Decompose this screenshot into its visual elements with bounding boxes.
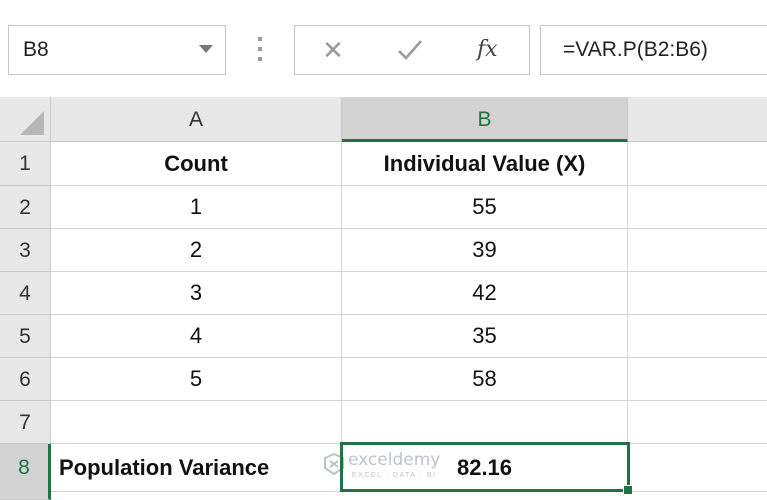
- checkmark-icon[interactable]: [395, 35, 425, 65]
- table-row-count[interactable]: 3: [51, 272, 342, 315]
- cell-b7[interactable]: [342, 401, 628, 444]
- row-header-4[interactable]: 4: [0, 272, 51, 315]
- table-row-count[interactable]: 1: [51, 186, 342, 229]
- name-box-value: B8: [23, 38, 49, 61]
- row-header-8[interactable]: 8: [0, 444, 51, 500]
- formula-text: =VAR.P(B2:B6): [563, 38, 708, 61]
- insert-function-icon[interactable]: fx: [477, 34, 513, 66]
- name-box[interactable]: B8: [8, 25, 226, 75]
- drag-handle-icon[interactable]: [257, 37, 263, 65]
- cell-a7[interactable]: [51, 401, 342, 444]
- spreadsheet-grid: A B 1 2 3 4 5 6 7 8 Count Individual Val…: [0, 97, 767, 500]
- table-row-value[interactable]: 35: [342, 315, 628, 358]
- formula-input[interactable]: =VAR.P(B2:B6): [540, 25, 767, 75]
- select-all-button[interactable]: [0, 97, 51, 142]
- cell-c4[interactable]: [628, 272, 767, 315]
- result-value-cell[interactable]: 82.16: [342, 444, 628, 492]
- cell-c2[interactable]: [628, 186, 767, 229]
- result-label-cell[interactable]: Population Variance: [51, 444, 342, 492]
- row-header-6[interactable]: 6: [0, 358, 51, 401]
- table-row-count[interactable]: 4: [51, 315, 342, 358]
- formula-bar: B8 ✕ fx =VAR.P(B2:B6): [0, 0, 767, 97]
- formula-buttons: ✕ fx: [294, 25, 530, 75]
- header-cell-value[interactable]: Individual Value (X): [342, 142, 628, 186]
- table-row-value[interactable]: 42: [342, 272, 628, 315]
- cell-c1[interactable]: [628, 142, 767, 186]
- column-header-c[interactable]: [628, 97, 767, 142]
- column-header-b[interactable]: B: [342, 97, 628, 142]
- table-row-count[interactable]: 5: [51, 358, 342, 401]
- row-header-5[interactable]: 5: [0, 315, 51, 358]
- table-row-value[interactable]: 39: [342, 229, 628, 272]
- table-row-value[interactable]: 55: [342, 186, 628, 229]
- chevron-down-icon[interactable]: [199, 45, 213, 53]
- cancel-icon[interactable]: ✕: [318, 35, 348, 65]
- table-row-count[interactable]: 2: [51, 229, 342, 272]
- table-row-value[interactable]: 58: [342, 358, 628, 401]
- cell-c3[interactable]: [628, 229, 767, 272]
- select-all-icon: [20, 111, 44, 135]
- header-cell-count[interactable]: Count: [51, 142, 342, 186]
- row-header-7[interactable]: 7: [0, 401, 51, 444]
- cell-c7[interactable]: [628, 401, 767, 444]
- cell-c6[interactable]: [628, 358, 767, 401]
- cell-c5[interactable]: [628, 315, 767, 358]
- cell-c8[interactable]: [628, 444, 767, 492]
- row-header-1[interactable]: 1: [0, 142, 51, 186]
- column-header-a[interactable]: A: [51, 97, 342, 142]
- fill-handle[interactable]: [623, 485, 633, 495]
- row-header-2[interactable]: 2: [0, 186, 51, 229]
- row-header-3[interactable]: 3: [0, 229, 51, 272]
